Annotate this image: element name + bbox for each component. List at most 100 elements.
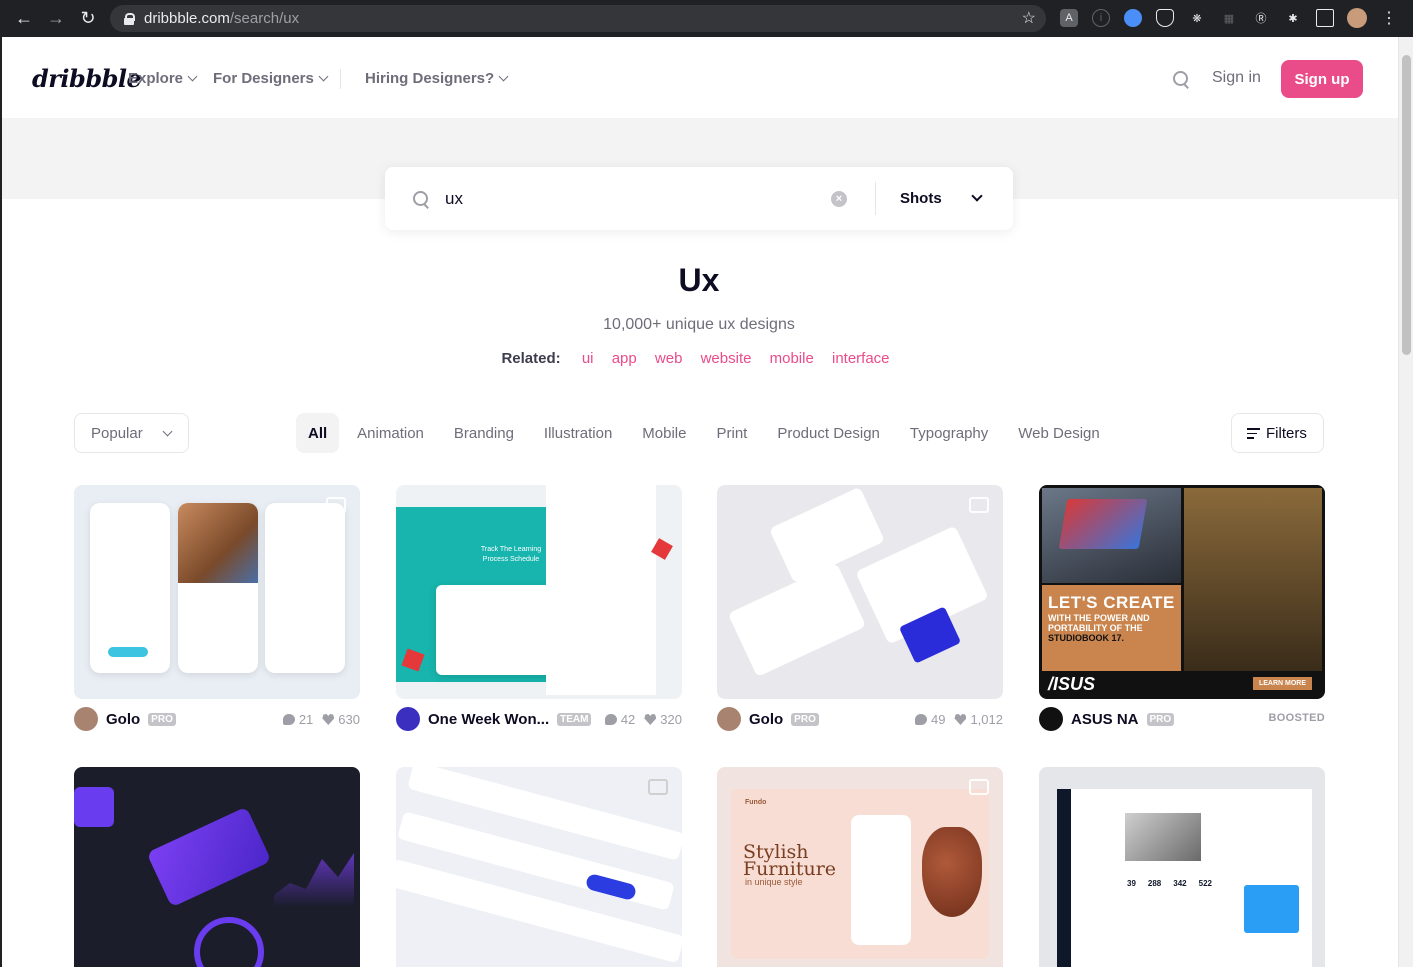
- shot-meta: ASUS NA PRO BOOSTED: [1039, 706, 1325, 732]
- avatar[interactable]: [1039, 707, 1063, 731]
- profile-avatar[interactable]: [1347, 8, 1367, 28]
- tab-mobile[interactable]: Mobile: [627, 413, 701, 453]
- comment-icon: [282, 714, 295, 725]
- shot-thumbnail[interactable]: [74, 767, 360, 967]
- heart-icon[interactable]: [644, 714, 657, 725]
- nav-label: For Designers: [213, 70, 314, 87]
- menu-icon[interactable]: ⋮: [1380, 9, 1398, 27]
- pro-badge: PRO: [148, 712, 176, 726]
- tab-web-design[interactable]: Web Design: [1003, 413, 1114, 453]
- comment-icon: [914, 714, 927, 725]
- page-scrollbar[interactable]: [1398, 37, 1413, 967]
- boosted-label: BOOSTED: [1268, 712, 1325, 724]
- info-icon[interactable]: i: [1092, 9, 1110, 27]
- dribbble-logo[interactable]: dribbble: [32, 64, 142, 93]
- multi-shot-icon: [969, 497, 989, 513]
- pro-badge: PRO: [791, 712, 819, 726]
- nav-label: Hiring Designers?: [365, 70, 495, 87]
- shot-stat-row: 39 288 342 522: [1127, 879, 1212, 888]
- related-label: Related:: [501, 350, 561, 367]
- like-count: 630: [338, 712, 360, 727]
- shot-thumbnail[interactable]: 39 288 342 522: [1039, 767, 1325, 967]
- search-scope-select[interactable]: Shots: [900, 190, 942, 207]
- shot-thumbnail[interactable]: [396, 767, 682, 967]
- react-icon[interactable]: ❋: [1188, 9, 1206, 27]
- author-name[interactable]: Golo: [106, 711, 140, 728]
- pro-badge: PRO: [1146, 712, 1175, 726]
- cast-icon[interactable]: [1316, 9, 1334, 27]
- nav-hiring-designers[interactable]: Hiring Designers?: [365, 70, 509, 87]
- avatar[interactable]: [74, 707, 98, 731]
- forward-icon[interactable]: →: [40, 0, 72, 37]
- nav-explore[interactable]: Explore: [128, 70, 198, 87]
- address-bar[interactable]: dribbble.com/search/ux ☆: [110, 5, 1046, 32]
- clear-icon[interactable]: ×: [831, 191, 847, 207]
- scrollbar-thumb[interactable]: [1402, 55, 1411, 355]
- shot-thumbnail[interactable]: [74, 485, 360, 699]
- back-icon[interactable]: ←: [8, 0, 40, 37]
- puzzle-icon[interactable]: ✱: [1284, 9, 1302, 27]
- search-icon[interactable]: [1173, 71, 1189, 87]
- tab-illustration[interactable]: Illustration: [529, 413, 627, 453]
- extension-icon[interactable]: Ⓡ: [1252, 9, 1270, 27]
- chevron-down-icon: [162, 426, 173, 437]
- tab-branding[interactable]: Branding: [439, 413, 529, 453]
- shot-thumbnail[interactable]: Track The Learning Process Schedule: [396, 485, 682, 699]
- shot-phone-mockup: [265, 503, 345, 673]
- shot-stats: 49 1,012: [906, 712, 1003, 727]
- signin-link[interactable]: Sign in: [1212, 69, 1261, 87]
- related-tag-ui[interactable]: ui: [582, 350, 594, 367]
- pocket-icon[interactable]: [1156, 9, 1174, 27]
- tab-print[interactable]: Print: [701, 413, 762, 453]
- author-name[interactable]: ASUS NA: [1071, 711, 1139, 728]
- shot-heading: Track The Learning Process Schedule: [480, 546, 542, 563]
- filters-button[interactable]: Filters: [1231, 413, 1324, 453]
- ad-thumbnail[interactable]: LET'S CREATE WITH THE POWER AND PORTABIL…: [1039, 485, 1325, 699]
- search-input[interactable]: ux: [445, 189, 463, 209]
- tab-all[interactable]: All: [296, 413, 340, 453]
- ad-person-photo: [1184, 488, 1322, 671]
- related-tag-website[interactable]: website: [701, 350, 752, 367]
- extension-icon[interactable]: A: [1060, 9, 1078, 27]
- author-name[interactable]: Golo: [749, 711, 783, 728]
- category-tabs: All Animation Branding Illustration Mobi…: [296, 413, 1115, 453]
- sort-select[interactable]: Popular: [74, 413, 189, 453]
- heart-icon[interactable]: [954, 714, 967, 725]
- related-tag-mobile[interactable]: mobile: [770, 350, 814, 367]
- url-host: dribbble.com: [144, 10, 230, 27]
- multi-shot-icon: [326, 497, 346, 513]
- signup-button[interactable]: Sign up: [1281, 60, 1363, 98]
- avatar[interactable]: [396, 707, 420, 731]
- shot-thumbnail[interactable]: Fundo Stylish Furniture in unique style: [717, 767, 1003, 967]
- related-tag-web[interactable]: web: [655, 350, 683, 367]
- filter-icon: [1247, 428, 1260, 439]
- heart-icon[interactable]: [322, 714, 335, 725]
- nav-divider: [340, 69, 341, 89]
- shot-photo: [178, 503, 258, 583]
- chevron-down-icon[interactable]: [971, 190, 983, 202]
- author-name[interactable]: One Week Won...: [428, 711, 549, 728]
- shot-button-shape: [108, 647, 148, 657]
- avatar[interactable]: [717, 707, 741, 731]
- shot-chair: [922, 827, 982, 917]
- shot-card-purple: [146, 806, 272, 908]
- chevron-down-icon: [318, 71, 329, 82]
- tab-product-design[interactable]: Product Design: [762, 413, 895, 453]
- comment-count: 42: [620, 712, 636, 727]
- shot-thumbnail[interactable]: [717, 485, 1003, 699]
- chevron-down-icon: [498, 71, 509, 82]
- nav-for-designers[interactable]: For Designers: [213, 70, 329, 87]
- tab-animation[interactable]: Animation: [342, 413, 439, 453]
- shot-meta: Golo PRO 21 630: [74, 706, 360, 732]
- comment-count: 21: [298, 712, 314, 727]
- bookmark-star-icon[interactable]: ☆: [1022, 8, 1036, 28]
- extension-icon[interactable]: [1124, 9, 1142, 27]
- ad-headline: LET'S CREATE: [1048, 593, 1175, 612]
- reload-icon[interactable]: ↻: [72, 0, 104, 37]
- comment-icon: [604, 714, 617, 725]
- shot-sidebar: [1057, 789, 1071, 967]
- related-tag-interface[interactable]: interface: [832, 350, 890, 367]
- tab-typography[interactable]: Typography: [895, 413, 1003, 453]
- related-tag-app[interactable]: app: [612, 350, 637, 367]
- grid-icon[interactable]: ▦: [1220, 9, 1238, 27]
